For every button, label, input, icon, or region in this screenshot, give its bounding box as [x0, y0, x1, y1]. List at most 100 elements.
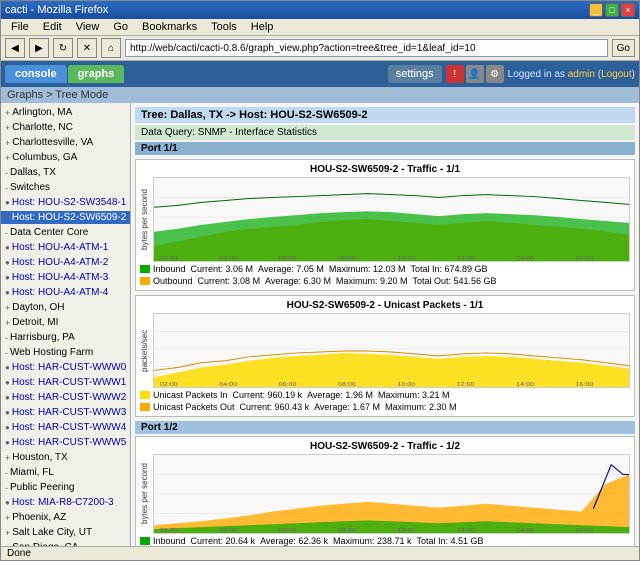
- list-item[interactable]: ● Host: HOU-A4-ATM-2: [1, 255, 130, 270]
- sidebar[interactable]: + Arlington, MA + Charlotte, NC + Charlo…: [1, 103, 131, 546]
- list-item[interactable]: ● Host: HOU-A4-ATM-3: [1, 270, 130, 285]
- menu-edit[interactable]: Edit: [37, 20, 68, 34]
- list-item[interactable]: + Arlington, MA: [1, 105, 130, 120]
- sidebar-item-phoenix[interactable]: + Phoenix, AZ: [1, 511, 130, 524]
- maximize-button[interactable]: □: [605, 3, 619, 17]
- sidebar-label: Host: HAR-CUST-WWW1: [12, 377, 126, 388]
- sidebar-item-slc[interactable]: + Salt Lake City, UT: [1, 526, 130, 539]
- list-item[interactable]: - Dallas, TX: [1, 165, 130, 180]
- sidebar-item-publicpeering[interactable]: - Public Peering: [1, 481, 130, 494]
- sidebar-item-dayton[interactable]: + Dayton, OH: [1, 301, 130, 314]
- list-item[interactable]: + Phoenix, AZ: [1, 510, 130, 525]
- sidebar-item-atm3[interactable]: ● Host: HOU-A4-ATM-3: [1, 271, 130, 284]
- list-item[interactable]: ● Host: HAR-CUST-WWW0: [1, 360, 130, 375]
- home-button[interactable]: ⌂: [101, 38, 121, 58]
- svg-text:16:00: 16:00: [576, 382, 594, 387]
- sidebar-item-charlottesville[interactable]: + Charlottesville, VA: [1, 136, 130, 149]
- sidebar-item-houston[interactable]: + Houston, TX: [1, 451, 130, 464]
- sidebar-item-www1[interactable]: ● Host: HAR-CUST-WWW1: [1, 376, 130, 389]
- settings-tab[interactable]: settings: [388, 65, 442, 83]
- list-item[interactable]: - Miami, FL: [1, 465, 130, 480]
- list-item[interactable]: - Harrisburg, PA: [1, 330, 130, 345]
- go-button[interactable]: Go: [612, 39, 635, 57]
- reload-button[interactable]: ↻: [53, 38, 73, 58]
- back-button[interactable]: ◀: [5, 38, 25, 58]
- sidebar-item-columbus[interactable]: + Columbus, GA: [1, 151, 130, 164]
- list-item[interactable]: - Public Peering: [1, 480, 130, 495]
- close-button[interactable]: ×: [621, 3, 635, 17]
- tab-graphs[interactable]: graphs: [68, 65, 125, 83]
- menu-go[interactable]: Go: [107, 20, 134, 34]
- svg-text:04:00: 04:00: [219, 382, 237, 387]
- legend-unicast11-out: Unicast Packets Out Current: 960.43 k Av…: [140, 402, 630, 412]
- sidebar-item-webhosting[interactable]: - Web Hosting Farm: [1, 346, 130, 359]
- list-item[interactable]: ● Host: HAR-CUST-WWW5: [1, 435, 130, 450]
- svg-text:12:00: 12:00: [457, 256, 475, 261]
- sidebar-item-dallas[interactable]: - Dallas, TX: [1, 166, 130, 179]
- tab-console[interactable]: console: [5, 65, 67, 83]
- list-item[interactable]: + Houston, TX: [1, 450, 130, 465]
- expand-icon: -: [5, 333, 8, 343]
- list-item[interactable]: ● Host: HOU-A4-ATM-4: [1, 285, 130, 300]
- status-text: Done: [7, 548, 31, 559]
- list-item[interactable]: + Dayton, OH: [1, 300, 130, 315]
- minimize-button[interactable]: _: [589, 3, 603, 17]
- menu-help[interactable]: Help: [245, 20, 280, 34]
- sidebar-item-mia-r8[interactable]: ● Host: MIA-R8-C7200-3: [1, 496, 130, 509]
- list-item[interactable]: + Salt Lake City, UT: [1, 525, 130, 540]
- sidebar-item-datacenter[interactable]: - Data Center Core: [1, 226, 130, 239]
- sidebar-item-charlotte[interactable]: + Charlotte, NC: [1, 121, 130, 134]
- sidebar-item-www5[interactable]: ● Host: HAR-CUST-WWW5: [1, 436, 130, 449]
- port2-header: Port 1/2: [135, 421, 635, 434]
- list-item[interactable]: + Charlotte, NC: [1, 120, 130, 135]
- status-bar: Done: [1, 546, 639, 560]
- sidebar-item-detroit[interactable]: + Detroit, MI: [1, 316, 130, 329]
- list-item[interactable]: ● Host: MIA-R8-C7200-3: [1, 495, 130, 510]
- sidebar-item-miami[interactable]: - Miami, FL: [1, 466, 130, 479]
- sidebar-label: Dallas, TX: [10, 167, 56, 178]
- sidebar-item-host-sw6509[interactable]: ● Host: HOU-S2-SW6509-2: [1, 211, 130, 224]
- expand-icon: -: [5, 468, 8, 478]
- list-item[interactable]: - Web Hosting Farm: [1, 345, 130, 360]
- list-item[interactable]: ● Host: HOU-A4-ATM-1: [1, 240, 130, 255]
- settings-icon[interactable]: ⚙: [486, 65, 504, 83]
- graph-title-unicast11: HOU-S2-SW6509-2 - Unicast Packets - 1/1: [140, 300, 630, 311]
- sidebar-item-www4[interactable]: ● Host: HAR-CUST-WWW4: [1, 421, 130, 434]
- list-item[interactable]: ● Host: HAR-CUST-WWW4: [1, 420, 130, 435]
- sidebar-item-switches[interactable]: - Switches: [1, 181, 130, 194]
- logged-in-label: Logged in as admin (Logout): [508, 69, 635, 80]
- sidebar-item-arlington[interactable]: + Arlington, MA: [1, 106, 130, 119]
- sidebar-item-www2[interactable]: ● Host: HAR-CUST-WWW2: [1, 391, 130, 404]
- list-item[interactable]: ● Host: HOU-S2-SW6509-2: [1, 210, 130, 225]
- url-input[interactable]: [125, 39, 608, 57]
- list-item[interactable]: ● Host: HAR-CUST-WWW2: [1, 390, 130, 405]
- sidebar-label: Host: HAR-CUST-WWW4: [12, 422, 126, 433]
- list-item[interactable]: + Detroit, MI: [1, 315, 130, 330]
- menu-file[interactable]: File: [5, 20, 35, 34]
- sidebar-item-harrisburg[interactable]: - Harrisburg, PA: [1, 331, 130, 344]
- menu-view[interactable]: View: [70, 20, 106, 34]
- list-item[interactable]: ● Host: HAR-CUST-WWW1: [1, 375, 130, 390]
- sidebar-item-atm2[interactable]: ● Host: HOU-A4-ATM-2: [1, 256, 130, 269]
- legend-unicast-out: Unicast Packets Out Current: 960.43 k Av…: [140, 402, 456, 412]
- forward-button[interactable]: ▶: [29, 38, 49, 58]
- logout-link[interactable]: Logout: [601, 69, 632, 80]
- sidebar-item-host-sw3548[interactable]: ● Host: HOU-S2-SW3548-1: [1, 196, 130, 209]
- list-item[interactable]: ● Host: HOU-S2-SW3548-1: [1, 195, 130, 210]
- sidebar-item-www0[interactable]: ● Host: HAR-CUST-WWW0: [1, 361, 130, 374]
- list-item[interactable]: + Charlottesville, VA: [1, 135, 130, 150]
- sidebar-item-atm1[interactable]: ● Host: HOU-A4-ATM-1: [1, 241, 130, 254]
- list-item[interactable]: + Columbus, GA: [1, 150, 130, 165]
- user-icon[interactable]: 👤: [466, 65, 484, 83]
- admin-link[interactable]: admin: [568, 69, 595, 80]
- alert-icon[interactable]: !: [446, 65, 464, 83]
- list-item[interactable]: - Data Center Core: [1, 225, 130, 240]
- menu-bookmarks[interactable]: Bookmarks: [136, 20, 203, 34]
- svg-text:08:00: 08:00: [338, 382, 356, 387]
- list-item[interactable]: - Switches: [1, 180, 130, 195]
- menu-tools[interactable]: Tools: [205, 20, 243, 34]
- sidebar-item-atm4[interactable]: ● Host: HOU-A4-ATM-4: [1, 286, 130, 299]
- sidebar-item-www3[interactable]: ● Host: HAR-CUST-WWW3: [1, 406, 130, 419]
- list-item[interactable]: ● Host: HAR-CUST-WWW3: [1, 405, 130, 420]
- stop-button[interactable]: ✕: [77, 38, 97, 58]
